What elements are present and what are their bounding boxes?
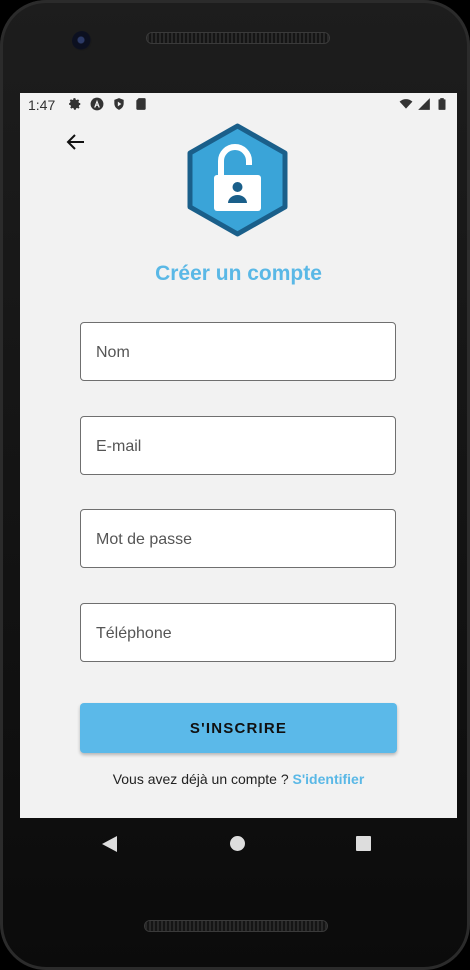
name-field[interactable] — [80, 322, 396, 382]
arrow-left-icon[interactable] — [64, 130, 88, 154]
login-prompt: Vous avez déjà un compte ? S'identifier — [20, 771, 457, 787]
navigation-bar — [20, 818, 457, 870]
phone-frame: 1:47 Créer un compte Nom E-mail Téléphon… — [0, 0, 470, 970]
bottom-speaker — [145, 921, 327, 931]
password-field[interactable] — [80, 509, 396, 569]
phone-input[interactable] — [94, 604, 388, 663]
battery-icon — [438, 98, 446, 110]
name-input[interactable] — [94, 323, 388, 382]
front-camera — [72, 31, 92, 51]
settings-icon — [69, 98, 81, 110]
status-icons-right — [399, 97, 449, 111]
a-icon — [90, 97, 104, 111]
login-link[interactable]: S'identifier — [293, 771, 365, 787]
wifi-icon — [399, 99, 413, 109]
status-time: 1:47 — [28, 97, 56, 113]
login-prompt-text: Vous avez déjà un compte ? — [112, 771, 293, 787]
phone-field[interactable] — [80, 603, 396, 663]
status-bar: 1:47 — [20, 93, 457, 117]
sd-card-icon — [136, 98, 146, 110]
nav-back-icon[interactable] — [102, 836, 117, 852]
status-icons-left — [68, 97, 148, 111]
email-field[interactable] — [80, 416, 396, 476]
signal-icon — [418, 98, 430, 110]
password-input[interactable] — [94, 510, 388, 569]
padlock-user-icon — [187, 123, 288, 237]
nav-recents-icon[interactable] — [356, 836, 371, 851]
earpiece-speaker — [147, 33, 329, 43]
page-title: Créer un compte — [155, 262, 322, 285]
signup-button[interactable]: S'INSCRIRE — [80, 703, 397, 753]
nav-home-icon[interactable] — [230, 836, 245, 851]
email-input[interactable] — [94, 417, 388, 476]
app-screen: 1:47 Créer un compte Nom E-mail Téléphon… — [20, 93, 457, 818]
shield-icon — [114, 98, 124, 110]
